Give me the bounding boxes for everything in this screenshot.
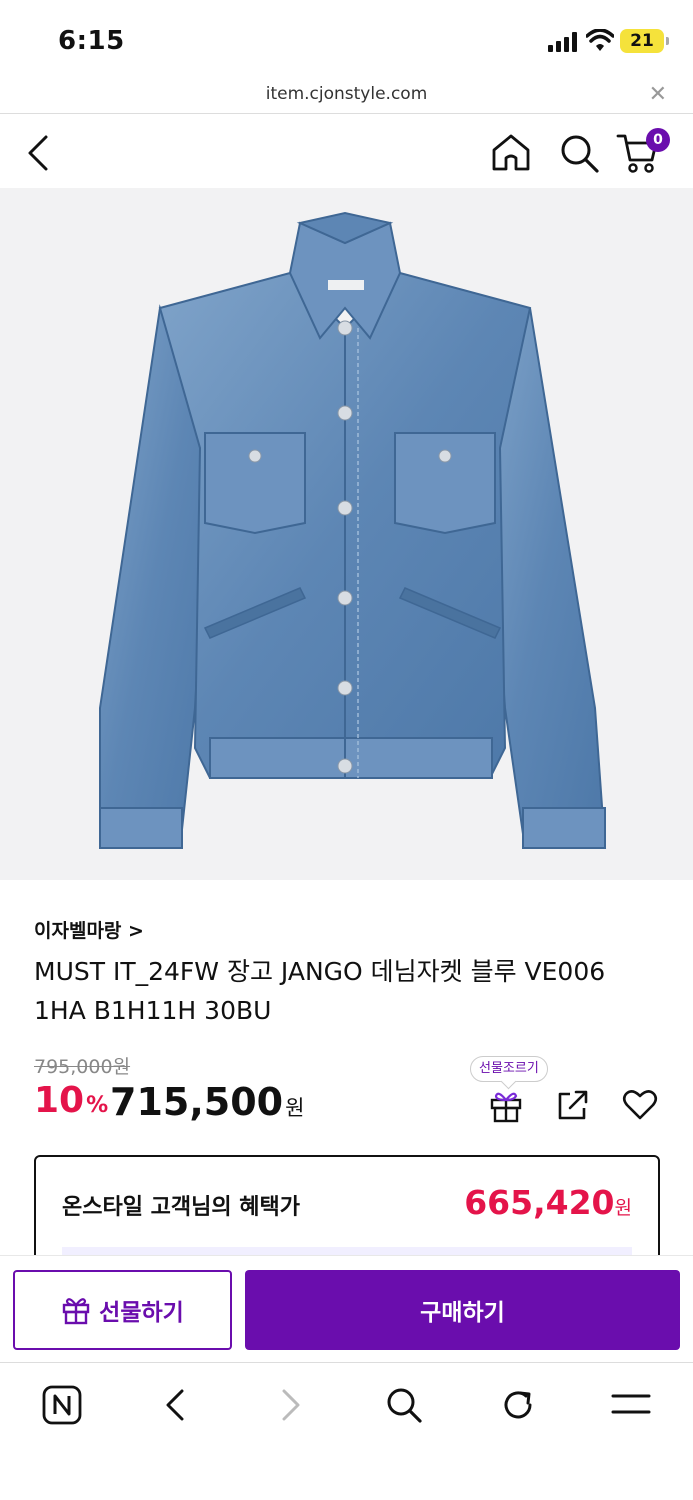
- back-icon[interactable]: [24, 134, 52, 172]
- sale-price: 715,500원: [110, 1080, 304, 1124]
- denim-jacket-photo: [99, 211, 607, 849]
- home-icon[interactable]: [490, 132, 532, 172]
- signal-icon: [548, 32, 577, 52]
- benefit-price-value: 665,420: [464, 1183, 615, 1222]
- discount-unit: %: [86, 1093, 109, 1118]
- search-icon[interactable]: [384, 1385, 424, 1425]
- browser-url-bar: item.cjonstyle.com ✕: [0, 80, 693, 114]
- sale-price-value: 715,500: [110, 1080, 284, 1124]
- product-title: MUST IT_24FW 장고 JANGO 데님자켓 블루 VE006 1HA …: [34, 957, 606, 1025]
- cart-count-badge: 0: [646, 128, 670, 152]
- battery-icon: 21: [620, 29, 669, 53]
- search-icon[interactable]: [558, 132, 600, 174]
- purchase-bar: 선물하기 구매하기: [0, 1255, 693, 1361]
- benefit-label: 온스타일 고객님의 혜택가: [62, 1195, 300, 1220]
- gift-icon[interactable]: [488, 1088, 524, 1124]
- browser-toolbar: [0, 1362, 693, 1500]
- price-unit: 원: [285, 1096, 305, 1120]
- product-image[interactable]: [0, 188, 693, 880]
- forward-icon[interactable]: [278, 1385, 304, 1425]
- benefit-price: 665,420원: [464, 1183, 632, 1222]
- close-icon[interactable]: ✕: [649, 82, 667, 107]
- url-text[interactable]: item.cjonstyle.com: [0, 84, 693, 104]
- buy-button-label: 구매하기: [420, 1300, 505, 1326]
- heart-icon[interactable]: [622, 1088, 658, 1122]
- gift-request-tooltip[interactable]: 선물조르기: [470, 1056, 548, 1082]
- refresh-icon[interactable]: [498, 1385, 538, 1425]
- status-bar: 6:15 21: [0, 0, 693, 80]
- gift-button-icon: [62, 1298, 90, 1325]
- benefit-price-unit: 원: [614, 1197, 632, 1219]
- gift-button[interactable]: 선물하기: [13, 1270, 232, 1350]
- clock: 6:15: [58, 26, 125, 56]
- menu-icon[interactable]: [610, 1385, 652, 1425]
- share-icon[interactable]: [556, 1088, 590, 1122]
- brand-link[interactable]: 이자벨마랑 >: [34, 916, 144, 943]
- page-header: 0: [0, 114, 693, 188]
- discount-rate: 10%: [34, 1080, 108, 1121]
- original-price: 795,000원: [34, 1056, 131, 1078]
- buy-button[interactable]: 구매하기: [245, 1270, 680, 1350]
- gift-button-label: 선물하기: [99, 1300, 184, 1326]
- discount-value: 10: [34, 1080, 85, 1121]
- back-icon[interactable]: [162, 1385, 188, 1425]
- wifi-icon: [586, 29, 614, 51]
- naver-icon[interactable]: [42, 1385, 82, 1425]
